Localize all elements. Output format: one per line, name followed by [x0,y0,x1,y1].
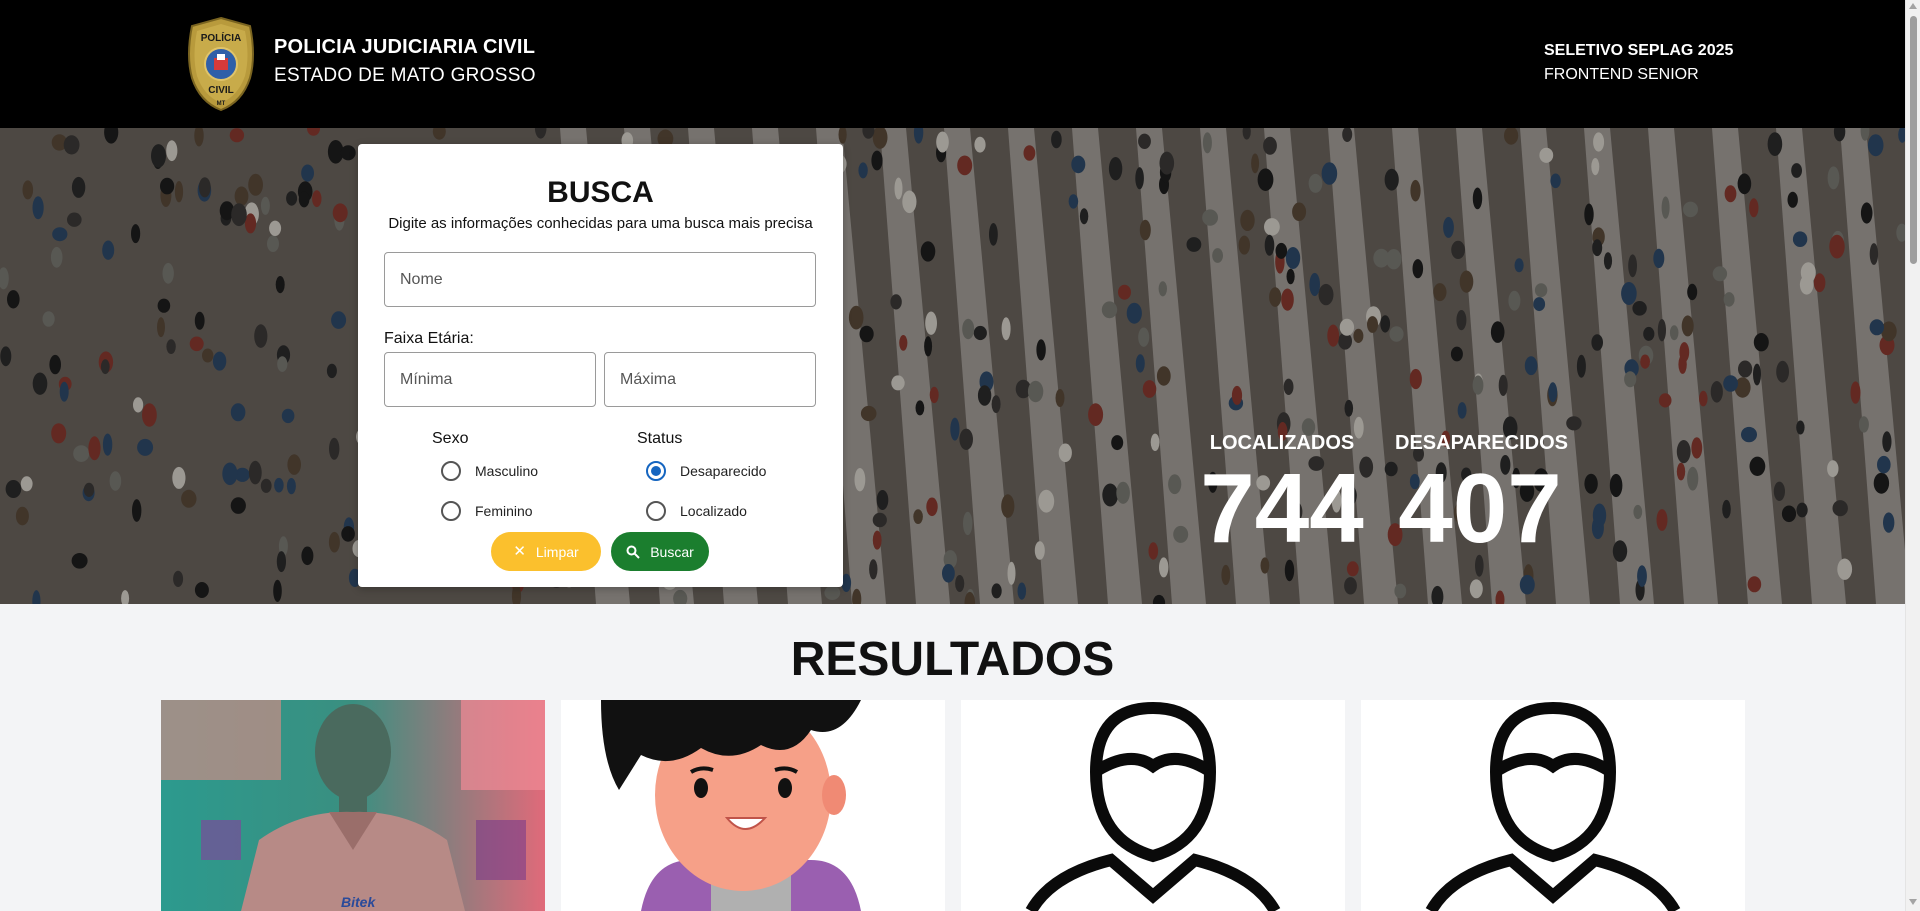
search-subtitle: Digite as informações conhecidas para um… [388,215,813,232]
missing-label: DESAPARECIDOS [1395,432,1568,454]
missing-stat: DESAPARECIDOS 407 [1395,432,1568,563]
clear-button[interactable]: ✕ Limpar [491,532,601,571]
scroll-down-arrow-icon[interactable] [1909,899,1917,905]
result-card[interactable] [1361,700,1745,911]
found-stat: LOCALIZADOS 744 [1196,432,1368,557]
min-age-input[interactable] [385,353,595,406]
svg-text:Bitek: Bitek [341,894,376,910]
child-illustration [561,700,945,911]
search-card: BUSCA Digite as informações conhecidas p… [358,144,843,587]
found-label: LOCALIZADOS [1209,432,1355,454]
svg-text:CIVIL: CIVIL [208,85,234,96]
close-icon: ✕ [513,543,526,560]
radio-label: Masculino [475,463,539,479]
max-age-field[interactable] [604,352,816,407]
name-input[interactable] [385,253,815,306]
svg-text:POLÍCIA: POLÍCIA [201,31,242,44]
hero-banner: LOCALIZADOS 744 DESAPARECIDOS 407 [0,128,1905,604]
radio-circle[interactable] [441,461,461,481]
search-title: BUSCA [547,176,654,209]
person-placeholder-icon [961,700,1345,911]
scroll-up-arrow-icon[interactable] [1909,3,1917,9]
found-count: 744 [1200,453,1364,563]
clear-button-label: Limpar [535,543,579,560]
radio-label: Feminino [475,503,533,519]
radio-label: Desaparecido [680,463,767,479]
radio-masculino[interactable]: Masculino [441,461,538,481]
radio-localizado[interactable]: Localizado [646,501,747,521]
radio-feminino[interactable]: Feminino [441,501,533,521]
scroll-thumb[interactable] [1910,16,1917,264]
search-icon [626,545,640,559]
missing-count: 407 [1398,453,1562,563]
project-subtitle: FRONTEND SENIOR [1544,66,1699,83]
page-scrollbar[interactable] [1905,0,1920,911]
min-age-field[interactable] [384,352,596,407]
site-title: POLICIA JUDICIARIA CIVIL [274,36,536,58]
police-badge-logo: POLÍCIA CIVIL MT [188,16,254,112]
site-header: POLÍCIA CIVIL MT POLICIA JUDICIARIA CIVI… [0,0,1905,128]
radio-circle[interactable] [646,501,666,521]
radio-circle[interactable] [441,501,461,521]
person-placeholder-icon [1361,700,1745,911]
search-button-label: Buscar [650,543,694,560]
max-age-input[interactable] [605,353,815,406]
search-button[interactable]: Buscar [611,532,709,571]
brand: POLICIA JUDICIARIA CIVIL ESTADO DE MATO … [274,36,536,87]
sex-label: Sexo [432,430,469,447]
project-title: SELETIVO SEPLAG 2025 [1544,42,1734,59]
crowd-crosswalk-image [0,128,1905,604]
name-field[interactable] [384,252,816,307]
radio-desaparecido[interactable]: Desaparecido [646,461,766,481]
radio-circle-selected[interactable] [646,461,666,481]
person-photo: Bitek [161,700,545,911]
results-title: RESULTADOS [790,633,1115,686]
result-card[interactable]: Bitek [161,700,545,911]
project-info: SELETIVO SEPLAG 2025 FRONTEND SENIOR [1544,42,1733,84]
result-card[interactable] [561,700,945,911]
radio-label: Localizado [680,503,747,519]
status-label: Status [637,430,683,447]
age-range-label: Faixa Etária: [384,330,474,347]
svg-text:MT: MT [217,101,226,107]
result-card[interactable] [961,700,1345,911]
site-subtitle: ESTADO DE MATO GROSSO [274,65,536,86]
